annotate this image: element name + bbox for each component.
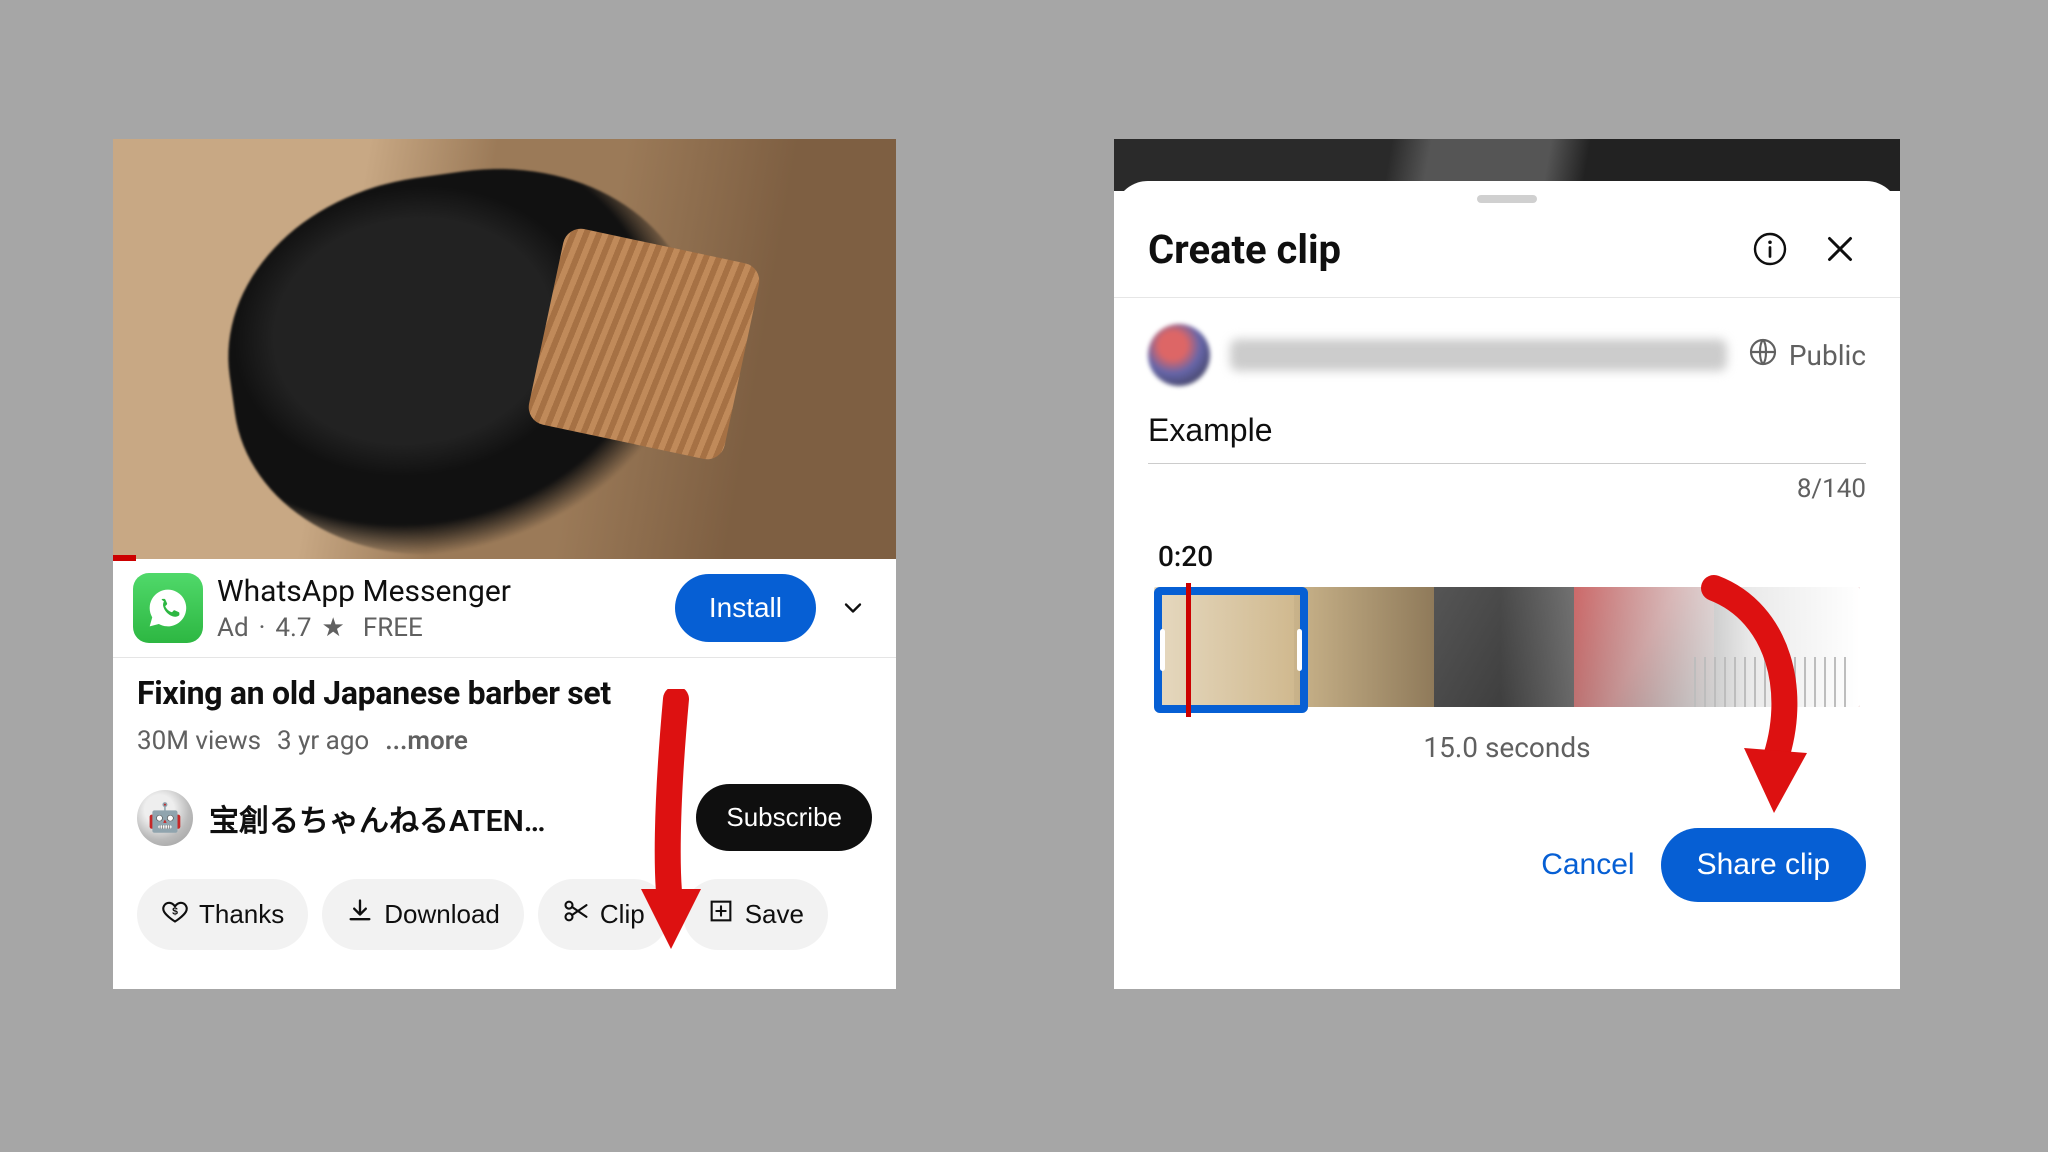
info-button[interactable] [1744, 223, 1796, 275]
clip-selection-handles[interactable] [1154, 587, 1308, 713]
channel-row[interactable]: 🤖 宝創るちゃんねるATEN… 4 Subscribe [113, 766, 896, 869]
ad-label: Ad [217, 613, 249, 643]
download-button[interactable]: Download [322, 879, 524, 950]
character-counter: 8/140 [1114, 470, 1900, 524]
ad-text: WhatsApp Messenger Ad · 4.7★ FREE [217, 574, 661, 643]
download-label: Download [384, 899, 500, 930]
view-count: 30M views [137, 726, 261, 756]
save-icon [707, 897, 735, 932]
upload-age: 3 yr ago [277, 726, 369, 756]
visibility-label: Public [1789, 339, 1866, 372]
channel-avatar[interactable]: 🤖 [137, 790, 193, 846]
create-clip-panel: Create clip Public 8/140 0:20 [1114, 139, 1900, 989]
clip-scrubber[interactable] [1114, 583, 1900, 717]
subscriber-count: 4 [666, 803, 681, 833]
clip-label: Clip [600, 899, 645, 930]
more-link[interactable]: ...more [385, 726, 468, 756]
user-avatar[interactable] [1148, 324, 1210, 386]
sheet-handle[interactable] [1477, 195, 1537, 203]
save-button[interactable]: Save [683, 879, 828, 950]
sheet-title: Create clip [1148, 226, 1726, 273]
thanks-label: Thanks [199, 899, 284, 930]
ad-banner[interactable]: WhatsApp Messenger Ad · 4.7★ FREE Instal… [113, 559, 896, 658]
clip-timestamp: 0:20 [1114, 524, 1900, 583]
close-button[interactable] [1814, 223, 1866, 275]
create-clip-sheet: Create clip Public 8/140 0:20 [1114, 181, 1900, 989]
ad-title: WhatsApp Messenger [217, 574, 661, 609]
playhead[interactable] [1186, 583, 1191, 717]
install-button[interactable]: Install [675, 574, 816, 642]
star-icon: ★ [322, 613, 345, 643]
share-clip-button[interactable]: Share clip [1661, 828, 1866, 902]
download-icon [346, 897, 374, 932]
whatsapp-icon [133, 573, 203, 643]
subscribe-button[interactable]: Subscribe [696, 784, 872, 851]
youtube-mobile-panel: WhatsApp Messenger Ad · 4.7★ FREE Instal… [113, 139, 896, 989]
action-bar: $ Thanks Download Clip Save [113, 869, 896, 974]
expand-ad-button[interactable] [830, 594, 876, 622]
clip-button[interactable]: Clip [538, 879, 669, 950]
timeline-ticks [1694, 657, 1854, 707]
save-label: Save [745, 899, 804, 930]
video-title[interactable]: Fixing an old Japanese barber set [137, 674, 872, 712]
video-info: Fixing an old Japanese barber set 30M vi… [113, 658, 896, 766]
svg-text:$: $ [172, 906, 178, 918]
clip-duration: 15.0 seconds [1114, 717, 1900, 788]
thanks-button[interactable]: $ Thanks [137, 879, 308, 950]
ad-price: FREE [363, 613, 423, 643]
visibility-selector[interactable]: Public [1747, 336, 1866, 375]
user-name-blurred [1230, 339, 1727, 371]
channel-name[interactable]: 宝創るちゃんねるATEN… [209, 796, 642, 840]
heart-dollar-icon: $ [161, 897, 189, 932]
author-row: Public [1114, 298, 1900, 394]
scissors-icon [562, 897, 590, 932]
video-thumbnail[interactable] [113, 139, 896, 559]
globe-icon [1747, 336, 1779, 375]
clip-title-input[interactable] [1148, 404, 1866, 464]
ad-rating: 4.7 [275, 613, 311, 643]
cancel-button[interactable]: Cancel [1541, 848, 1634, 882]
